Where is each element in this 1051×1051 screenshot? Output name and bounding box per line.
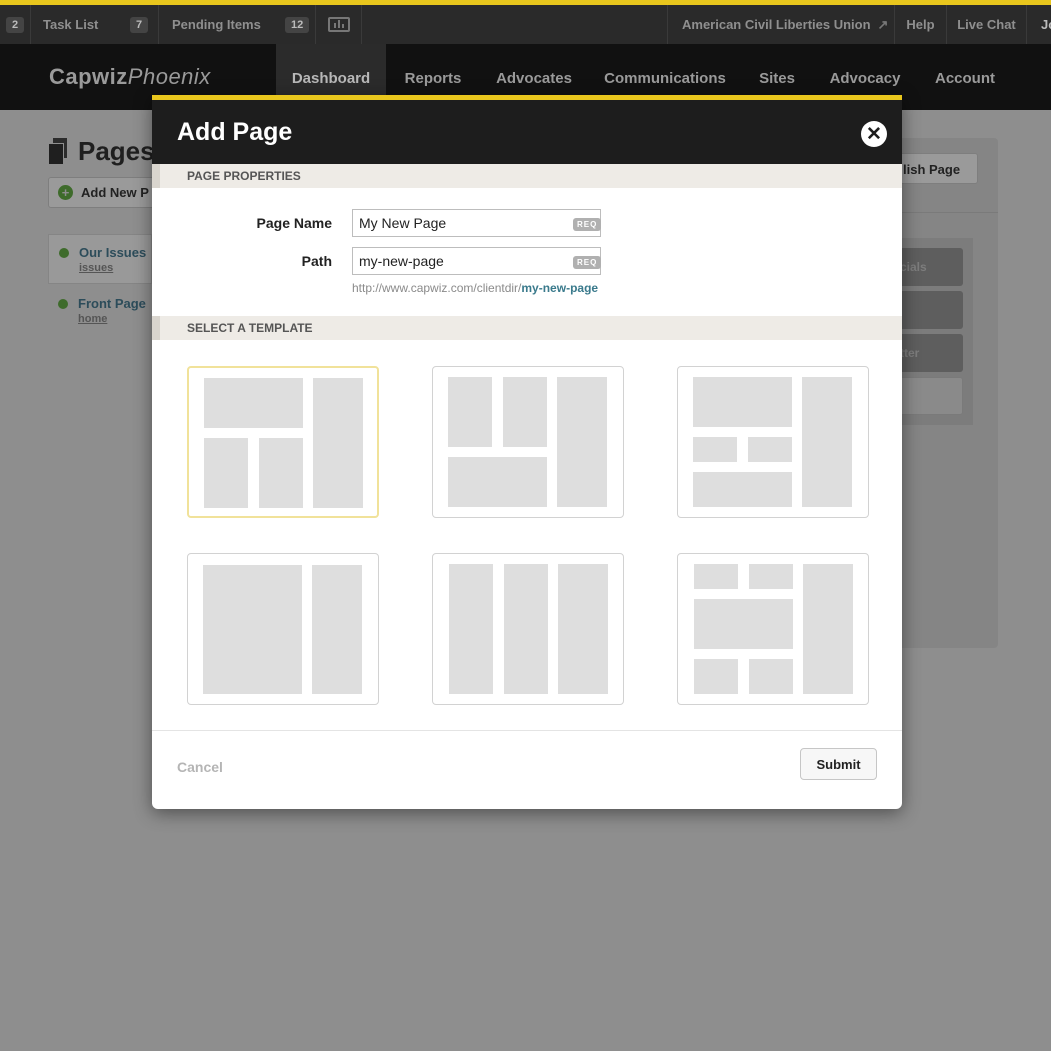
- nav-account[interactable]: Account: [924, 44, 1006, 110]
- path-input[interactable]: [352, 247, 601, 275]
- live-chat-link[interactable]: Live Chat: [947, 5, 1027, 44]
- logo-italic-text: Phoenix: [127, 64, 211, 89]
- nav-label: Sites: [759, 69, 795, 87]
- cancel-button[interactable]: Cancel: [177, 759, 223, 775]
- page-name-label: Page Name: [256, 215, 332, 231]
- page-name-input[interactable]: [352, 209, 601, 237]
- publish-page-label: lish Page: [903, 162, 961, 177]
- section-select-template: SELECT A TEMPLATE: [152, 316, 902, 340]
- list-item-title: Our Issues: [79, 245, 147, 260]
- url-prefix: http://www.capwiz.com/clientdir/: [352, 281, 522, 295]
- capwiz-logo[interactable]: CapwizPhoenix: [49, 64, 211, 90]
- utility-bar: 2 Task List 7 Pending Items 12 American …: [0, 0, 1051, 44]
- task-list-count: 7: [130, 16, 149, 33]
- nav-label: Advocates: [496, 69, 572, 87]
- notification-counter[interactable]: 2: [0, 5, 31, 44]
- list-item-slug: home: [78, 313, 108, 325]
- template-option-6[interactable]: [677, 553, 869, 705]
- nav-label: Account: [935, 69, 995, 87]
- nav-label: Communications: [604, 69, 726, 87]
- pages-icon: [48, 138, 68, 165]
- side-button-label: cials: [900, 260, 927, 274]
- nav-label: Advocacy: [829, 69, 901, 87]
- pending-items-count: 12: [285, 16, 310, 33]
- page-title: Pages: [78, 136, 155, 166]
- nav-label: Dashboard: [291, 69, 371, 87]
- logo-main-text: Capwiz: [49, 64, 128, 89]
- close-icon[interactable]: ✕: [861, 121, 887, 147]
- external-link-icon: ↗: [877, 16, 889, 32]
- status-dot-icon: [58, 299, 68, 309]
- add-page-modal: Add Page ✕ PAGE PROPERTIES Page Name REQ…: [152, 95, 902, 809]
- side-button-label: tter: [900, 346, 920, 360]
- publish-page-button[interactable]: lish Page: [893, 153, 978, 184]
- submit-button[interactable]: Submit: [800, 748, 877, 780]
- list-item-slug: issues: [79, 262, 114, 274]
- organization-link[interactable]: American Civil Liberties Union ↗: [667, 5, 895, 44]
- list-item[interactable]: Our Issues issues: [48, 234, 152, 284]
- task-list-link[interactable]: Task List 7: [31, 5, 159, 44]
- help-label: Help: [906, 17, 935, 32]
- template-option-4[interactable]: [187, 553, 379, 705]
- list-item-title: Front Page: [78, 296, 146, 311]
- user-initial: Jo: [1041, 17, 1051, 32]
- task-list-label: Task List: [43, 17, 99, 32]
- bar-chart-icon: [327, 17, 350, 32]
- required-badge: REQ: [573, 218, 602, 231]
- required-badge: REQ: [573, 256, 602, 269]
- plus-icon: +: [58, 185, 73, 200]
- live-chat-label: Live Chat: [957, 17, 1016, 32]
- url-preview: http://www.capwiz.com/clientdir/my-new-p…: [352, 281, 598, 295]
- template-option-1[interactable]: [187, 366, 379, 518]
- modal-header: Add Page ✕: [152, 95, 902, 164]
- modal-footer: Cancel Submit: [152, 730, 902, 809]
- pending-items-link[interactable]: Pending Items 12: [159, 5, 316, 44]
- add-new-page-label: Add New P: [81, 185, 149, 200]
- add-new-page-button[interactable]: + Add New P: [48, 177, 158, 208]
- status-dot-icon: [59, 248, 69, 258]
- template-option-2[interactable]: [432, 366, 624, 518]
- reports-chart-button[interactable]: [316, 5, 362, 44]
- template-option-5[interactable]: [432, 553, 624, 705]
- section-page-properties: PAGE PROPERTIES: [152, 164, 902, 188]
- nav-label: Reports: [404, 69, 462, 87]
- user-menu[interactable]: Jo: [1027, 5, 1051, 44]
- path-label: Path: [301, 253, 332, 269]
- help-link[interactable]: Help: [895, 5, 947, 44]
- list-item[interactable]: Front Page home: [48, 287, 152, 333]
- notification-count: 2: [5, 16, 25, 33]
- pending-items-label: Pending Items: [172, 17, 261, 32]
- template-option-3[interactable]: [677, 366, 869, 518]
- modal-title: Add Page: [177, 118, 293, 146]
- organization-name: American Civil Liberties Union: [682, 17, 871, 32]
- url-slug: my-new-page: [521, 281, 599, 295]
